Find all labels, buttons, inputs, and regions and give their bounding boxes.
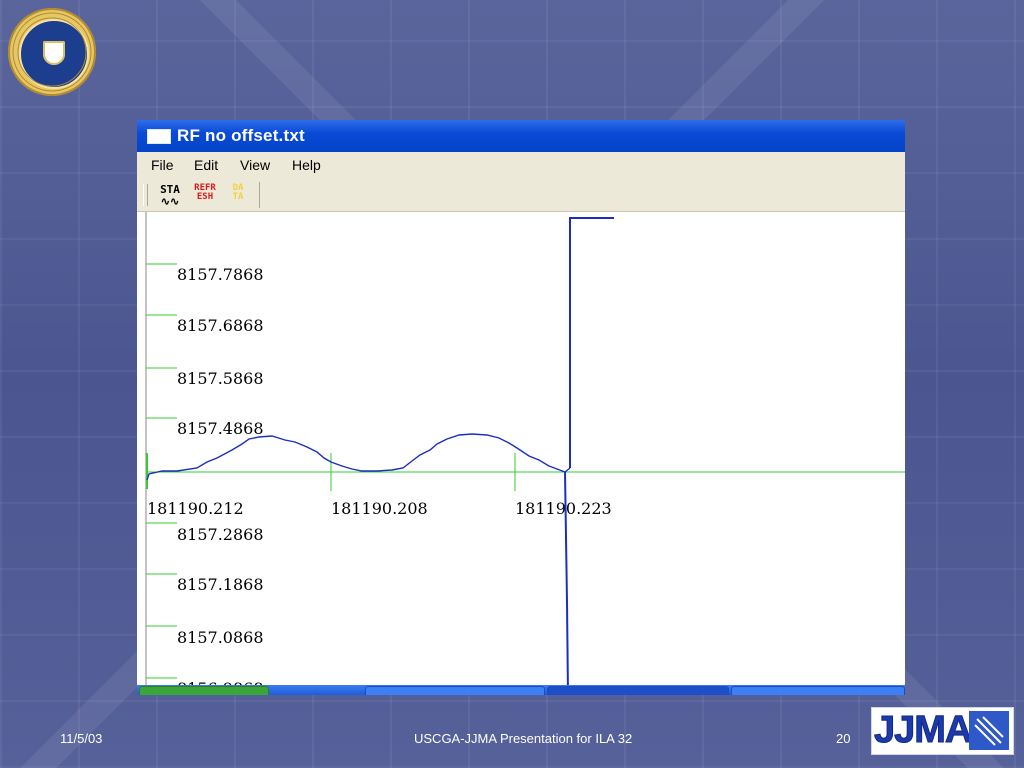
refresh-label-bottom: ESH xyxy=(196,192,214,202)
plot-svg: 8157.7868 8157.6868 8157.5868 8157.4868 … xyxy=(145,212,905,695)
signal-trace xyxy=(146,433,571,481)
menu-help[interactable]: Help xyxy=(292,157,321,173)
y-label-lower-3: 8157.0868 xyxy=(177,628,264,647)
taskbar-item-2[interactable] xyxy=(547,686,729,695)
x-label-2: 181190.208 xyxy=(331,499,428,518)
x-label-1: 181190.212 xyxy=(147,499,244,518)
jjma-logo-text: JJMA xyxy=(874,709,973,751)
data-label-bottom: TA xyxy=(232,192,244,202)
footer-date: 11/5/03 xyxy=(60,731,103,746)
app-window: RF no offset.txt File Edit View Help STA… xyxy=(137,120,905,695)
menu-bar: File Edit View Help xyxy=(137,152,905,179)
y-label-lower-1: 8157.2868 xyxy=(177,525,264,544)
y-label-upper-2: 8157.6868 xyxy=(177,316,264,335)
step-trace xyxy=(569,217,614,468)
y-label-lower-2: 8157.1868 xyxy=(177,575,264,594)
x-label-3: 181190.223 xyxy=(515,499,612,518)
taskbar-item-3[interactable] xyxy=(731,686,905,695)
toolbar: STA ∿∿ REFR ESH DA TA xyxy=(137,178,905,212)
y-label-upper-1: 8157.7868 xyxy=(177,265,264,284)
sta-button[interactable]: STA ∿∿ xyxy=(157,184,183,208)
coast-guard-academy-seal xyxy=(8,8,96,96)
taskbar-item-1[interactable] xyxy=(365,686,545,695)
plot-area: 8157.7868 8157.6868 8157.5868 8157.4868 … xyxy=(137,212,905,695)
refresh-button[interactable]: REFR ESH xyxy=(192,184,218,206)
y-label-upper-4: 8157.4868 xyxy=(177,419,264,438)
wave-icon: ∿∿ xyxy=(160,195,180,208)
menu-edit[interactable]: Edit xyxy=(194,157,218,173)
toolbar-separator xyxy=(259,182,260,208)
jjma-wave-icon xyxy=(969,711,1009,750)
window-titlebar[interactable]: RF no offset.txt xyxy=(137,120,905,152)
toolbar-grip[interactable] xyxy=(143,184,148,206)
window-title: RF no offset.txt xyxy=(177,126,305,145)
start-button[interactable] xyxy=(139,686,269,695)
taskbar xyxy=(137,685,905,695)
y-label-upper-3: 8157.5868 xyxy=(177,369,264,388)
seal-ring-icon xyxy=(12,12,92,92)
jjma-logo: JJMA xyxy=(871,707,1014,755)
window-app-icon xyxy=(147,129,171,144)
footer-caption: USCGA-JJMA Presentation for ILA 32 xyxy=(414,731,633,746)
menu-file[interactable]: File xyxy=(151,157,174,173)
menu-view[interactable]: View xyxy=(240,157,270,173)
data-button[interactable]: DA TA xyxy=(225,184,251,206)
footer-page-number: 20 xyxy=(836,731,851,746)
